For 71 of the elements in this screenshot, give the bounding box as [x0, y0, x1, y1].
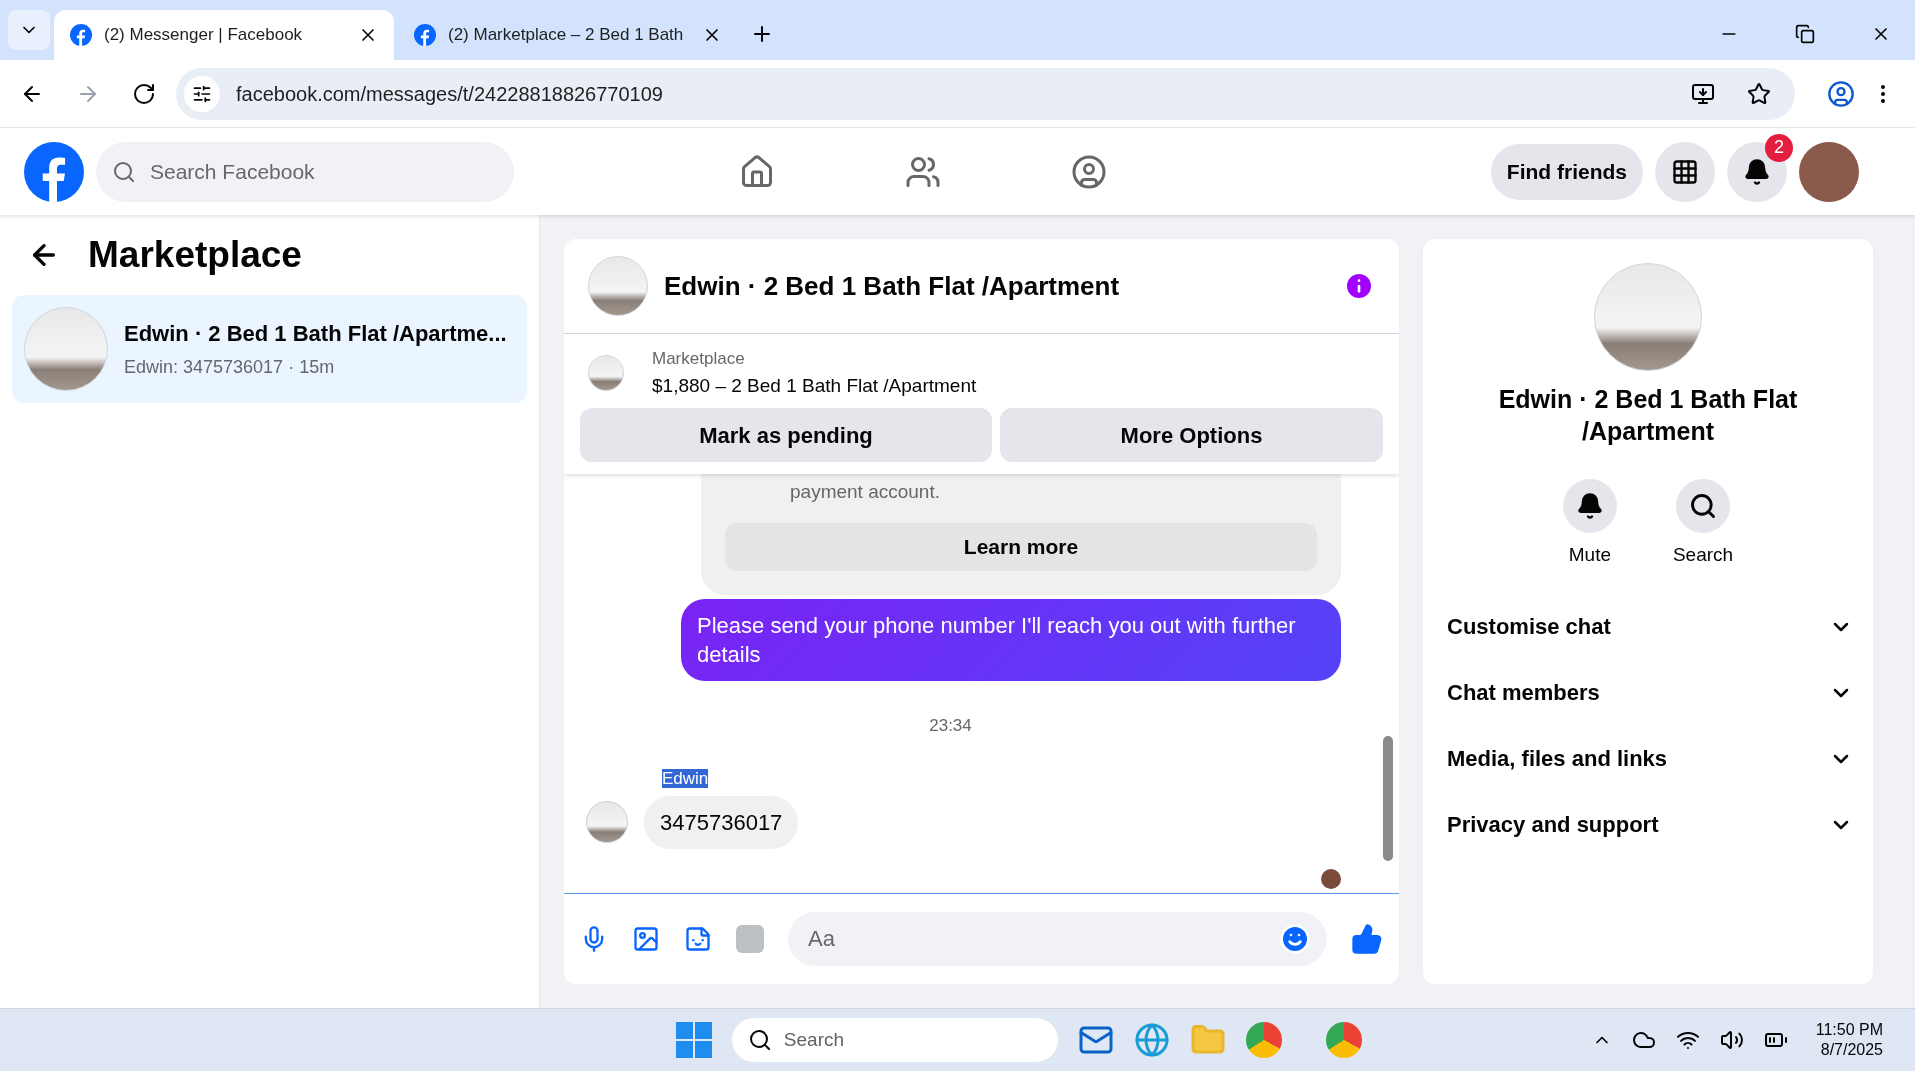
- tab-title: (2) Marketplace – 2 Bed 1 Bath: [448, 24, 685, 47]
- info-section-row[interactable]: Customise chat: [1447, 593, 1849, 660]
- listing-action-button[interactable]: Mark as pending: [580, 408, 992, 462]
- outgoing-message: Please send your phone number I'll reach you out with further details: [681, 598, 1341, 681]
- chevron-down-icon: [1833, 621, 1849, 632]
- install-icon[interactable]: [1691, 81, 1715, 106]
- info-action-label: Mute: [1568, 543, 1611, 567]
- info-section-row[interactable]: Privacy and support: [1447, 791, 1849, 858]
- sticker-icon[interactable]: [684, 925, 712, 953]
- bell-icon: [1575, 492, 1604, 520]
- message-input[interactable]: Aa: [788, 912, 1327, 966]
- facebook-favicon-icon[interactable]: [70, 24, 92, 46]
- sidebar-title: Marketplace: [88, 233, 302, 278]
- windows-start-icon[interactable]: [675, 1022, 712, 1058]
- section-label: Privacy and support: [1447, 811, 1659, 839]
- bell-icon: [1743, 157, 1771, 186]
- learn-more-button[interactable]: Learn more: [725, 522, 1317, 571]
- notification-badge: 2: [1765, 133, 1793, 162]
- address-bar[interactable]: facebook.com/messages/t/24228818826770109: [176, 67, 1795, 120]
- site-settings-icon[interactable]: [192, 83, 212, 104]
- chevron-down-icon: [1833, 753, 1849, 764]
- restore-icon[interactable]: [1795, 24, 1815, 44]
- photo-placeholder: [588, 355, 624, 391]
- info-action-button[interactable]: [1676, 479, 1730, 533]
- facebook-favicon-icon[interactable]: [414, 24, 436, 46]
- listing-title: $1,880 – 2 Bed 1 Bath Flat /Apartment: [652, 373, 977, 398]
- info-section-row[interactable]: Media, files and links: [1447, 725, 1849, 792]
- listing-action-button[interactable]: More Options: [1000, 408, 1383, 462]
- conversation-item[interactable]: Edwin · 2 Bed 1 Bath Flat /Apartme... Edwin: 3475736017 · 15m: [12, 295, 527, 403]
- info-title: Edwin · 2 Bed 1 Bath Flat /Apartment: [1497, 384, 1799, 447]
- profile-icon[interactable]: [1827, 79, 1855, 108]
- section-label: Media, files and links: [1447, 745, 1668, 773]
- chevron-down-icon: [1833, 819, 1849, 830]
- emoji-icon[interactable]: [1279, 923, 1311, 955]
- chat-title: Edwin · 2 Bed 1 Bath Flat /Apartment: [664, 269, 1121, 303]
- groups-icon[interactable]: [1071, 153, 1107, 190]
- section-label: Customise chat: [1447, 613, 1611, 641]
- seen-avatar: [1321, 869, 1341, 889]
- thumbs-up-icon[interactable]: [1351, 923, 1383, 955]
- info-section-row[interactable]: Chat members: [1447, 659, 1849, 726]
- volume-icon[interactable]: [1719, 1028, 1744, 1052]
- photo-icon[interactable]: [632, 925, 660, 953]
- incoming-message: 3475736017: [644, 795, 799, 849]
- facebook-logo-icon[interactable]: [24, 141, 84, 202]
- chevron-down-icon: [1833, 687, 1849, 698]
- taskbar-search[interactable]: Search: [731, 1018, 1058, 1062]
- clock-date[interactable]: 8/7/2025: [1820, 1040, 1883, 1060]
- info-action-button[interactable]: [1562, 479, 1617, 533]
- bookmark-star-icon[interactable]: [1747, 81, 1771, 106]
- grid-icon: [1671, 157, 1699, 186]
- info-action-label: Search: [1672, 543, 1734, 567]
- search-icon: [1689, 492, 1717, 520]
- section-label: Chat members: [1447, 679, 1600, 707]
- avatar: [586, 801, 628, 843]
- search-icon: [747, 1028, 772, 1052]
- search-field[interactable]: Search Facebook: [96, 141, 514, 202]
- message-timestamp: 23:34: [929, 714, 972, 737]
- home-icon[interactable]: [739, 153, 775, 190]
- notice-text: payment account.: [789, 480, 941, 504]
- search-icon: [112, 159, 136, 184]
- reload-icon[interactable]: [132, 81, 156, 106]
- sender-name: Edwin: [662, 769, 709, 788]
- browser-tab[interactable]: (2) Messenger | Facebook: [54, 10, 394, 60]
- listing-label: Marketplace: [652, 348, 746, 370]
- browser-tab[interactable]: (2) Marketplace – 2 Bed 1 Bath: [398, 10, 738, 60]
- conversation-preview: Edwin: 3475736017 · 15m: [124, 356, 336, 379]
- url-text: facebook.com/messages/t/24228818826770109: [236, 81, 664, 107]
- tab-title: (2) Messenger | Facebook: [104, 24, 304, 47]
- clock-time[interactable]: 11:50 PM: [1815, 1020, 1883, 1040]
- find-friends-button[interactable]: Find friends: [1490, 143, 1643, 200]
- conversation-title: Edwin · 2 Bed 1 Bath Flat /Apartme...: [124, 320, 507, 348]
